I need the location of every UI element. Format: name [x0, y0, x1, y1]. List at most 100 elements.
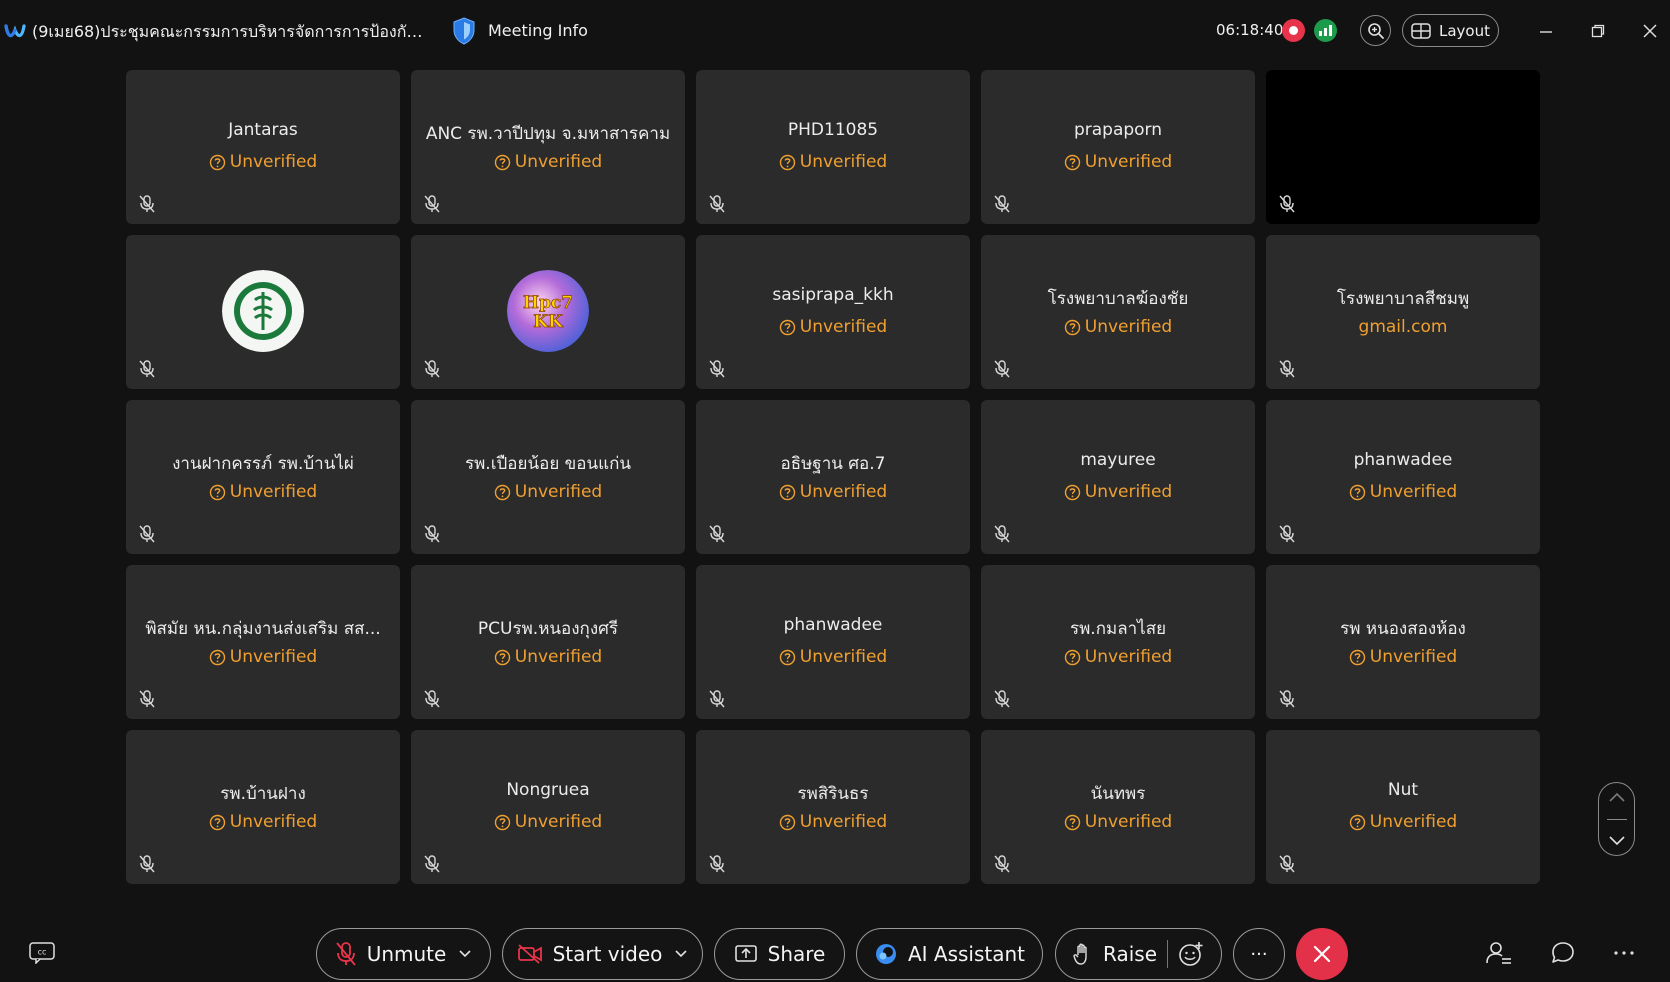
verification-status: Unverified: [696, 482, 970, 502]
raise-hand-group: Raise: [1055, 928, 1222, 980]
page-down-icon[interactable]: [1608, 835, 1626, 847]
participant-tile[interactable]: งานฝากครรภ์ รพ.บ้านไผ่ Unverified: [126, 400, 400, 554]
health-ministry-seal-icon: [222, 270, 304, 352]
warning-circle-icon: [1349, 649, 1365, 665]
participant-tile[interactable]: พิสมัย หน.กลุ่มงานส่งเสริม สส... Unverif…: [126, 565, 400, 719]
participant-avatar: [222, 270, 304, 352]
verification-label: Unverified: [799, 647, 888, 667]
warning-circle-icon: [494, 649, 510, 665]
participant-tile[interactable]: ANC รพ.วาปีปทุม จ.มหาสารคาม Unverified: [411, 70, 685, 224]
warning-circle-icon: [779, 484, 795, 500]
more-horizontal-icon: [1614, 951, 1634, 955]
participant-tile[interactable]: นันทพร Unverified: [981, 730, 1255, 884]
participant-tile[interactable]: รพสิรินธร Unverified: [696, 730, 970, 884]
close-icon: [1313, 945, 1331, 963]
mic-muted-icon: [994, 525, 1010, 543]
participant-tile[interactable]: โรงพยาบาลฆ้องชัย Unverified: [981, 235, 1255, 389]
more-options-button[interactable]: ···: [1233, 928, 1285, 980]
shield-icon[interactable]: [452, 17, 476, 45]
chat-button[interactable]: [1548, 938, 1578, 968]
verification-status: Unverified: [126, 482, 400, 502]
participant-name: รพ หนองสองห้อง: [1340, 619, 1466, 639]
page-up-icon[interactable]: [1608, 791, 1626, 803]
participant-tile[interactable]: mayuree Unverified: [981, 400, 1255, 554]
mic-muted-icon: [139, 525, 155, 543]
participant-name: รพสิรินธร: [797, 784, 869, 804]
participant-tile[interactable]: Jantaras Unverified: [126, 70, 400, 224]
scroller-divider: [1606, 818, 1627, 820]
verification-label: Unverified: [799, 317, 888, 337]
participant-tile[interactable]: sasiprapa_kkh Unverified: [696, 235, 970, 389]
closed-captions-icon[interactable]: cc: [28, 940, 56, 964]
zoom-button[interactable]: [1360, 15, 1391, 46]
mic-muted-icon: [994, 690, 1010, 708]
verification-label: Unverified: [514, 482, 603, 502]
meeting-info-link[interactable]: Meeting Info: [488, 21, 588, 40]
participant-video-tile[interactable]: [1266, 70, 1540, 224]
participant-tile[interactable]: Nongruea Unverified: [411, 730, 685, 884]
chat-icon: [1552, 942, 1574, 963]
participant-grid: Jantaras Unverified ANC รพ.วาปีปทุม จ.มห…: [126, 70, 1542, 884]
participant-tile[interactable]: phanwadee Unverified: [696, 565, 970, 719]
mic-muted-icon: [1279, 195, 1295, 213]
verification-label: Unverified: [1369, 482, 1458, 502]
participant-name: prapaporn: [1073, 120, 1163, 140]
mic-muted-icon: [424, 690, 440, 708]
verification-status: Unverified: [981, 317, 1255, 337]
restore-icon: [1591, 24, 1605, 38]
network-health-icon[interactable]: [1314, 19, 1337, 42]
participant-name: Jantaras: [228, 120, 298, 140]
participant-tile[interactable]: Hpc7 KK: [411, 235, 685, 389]
participant-name: รพ.บ้านฝาง: [220, 784, 306, 804]
unmute-label: Unmute: [366, 942, 447, 966]
verification-status: Unverified: [411, 812, 685, 832]
ai-assistant-button[interactable]: AI Assistant: [856, 928, 1043, 980]
participant-tile[interactable]: รพ.กมลาไสย Unverified: [981, 565, 1255, 719]
participant-tile[interactable]: PHD11085 Unverified: [696, 70, 970, 224]
unmute-button[interactable]: Unmute: [316, 928, 491, 980]
participant-tile[interactable]: โรงพยาบาลสีชมพู gmail.com: [1266, 235, 1540, 389]
end-meeting-button[interactable]: [1296, 928, 1348, 980]
participant-name: อธิษฐาน ศอ.7: [780, 454, 886, 474]
start-video-button[interactable]: Start video: [502, 928, 703, 980]
more-panels-button[interactable]: [1609, 938, 1639, 968]
chevron-down-icon[interactable]: [674, 949, 688, 959]
svg-text:cc: cc: [38, 948, 47, 957]
verification-status: Unverified: [696, 647, 970, 667]
minimize-button[interactable]: [1533, 18, 1559, 44]
elapsed-time: 06:18:40: [1216, 21, 1284, 39]
participant-tile[interactable]: [126, 235, 400, 389]
participant-tile[interactable]: รพ.บ้านฝาง Unverified: [126, 730, 400, 884]
close-window-button[interactable]: [1637, 18, 1663, 44]
meeting-title: (9เมย68)ประชุมคณะกรรมการบริหารจัดการการป…: [32, 22, 432, 41]
raise-hand-button[interactable]: Raise: [1073, 942, 1157, 966]
layout-label: Layout: [1439, 21, 1490, 40]
participant-name: รพ.กมลาไสย: [1069, 619, 1167, 639]
participant-tile[interactable]: รพ หนองสองห้อง Unverified: [1266, 565, 1540, 719]
participant-tile[interactable]: Nut Unverified: [1266, 730, 1540, 884]
warning-circle-icon: [1064, 814, 1080, 830]
chevron-down-icon[interactable]: [458, 949, 472, 959]
webex-logo-icon: [4, 24, 26, 38]
grid-page-scroller: [1598, 782, 1635, 856]
reactions-icon[interactable]: [1178, 941, 1204, 967]
participant-tile[interactable]: PCUรพ.หนองกุงศรี Unverified: [411, 565, 685, 719]
verification-status: Unverified: [981, 152, 1255, 172]
verification-label: Unverified: [799, 482, 888, 502]
more-options-label: ···: [1250, 943, 1268, 965]
participant-tile[interactable]: อธิษฐาน ศอ.7 Unverified: [696, 400, 970, 554]
restore-button[interactable]: [1585, 18, 1611, 44]
participant-tile[interactable]: รพ.เปือยน้อย ขอนแก่น Unverified: [411, 400, 685, 554]
recording-icon[interactable]: [1282, 19, 1305, 42]
verification-status: Unverified: [981, 482, 1255, 502]
warning-circle-icon: [779, 154, 795, 170]
participant-tile[interactable]: phanwadee Unverified: [1266, 400, 1540, 554]
layout-button[interactable]: Layout: [1402, 14, 1499, 47]
share-button[interactable]: Share: [714, 928, 845, 980]
participants-button[interactable]: [1484, 938, 1514, 968]
participant-name: งานฝากครรภ์ รพ.บ้านไผ่: [172, 454, 354, 474]
raise-label: Raise: [1103, 942, 1157, 966]
avatar-text-line-2: KK: [533, 312, 564, 332]
participant-tile[interactable]: prapaporn Unverified: [981, 70, 1255, 224]
minimize-icon: [1540, 31, 1552, 33]
